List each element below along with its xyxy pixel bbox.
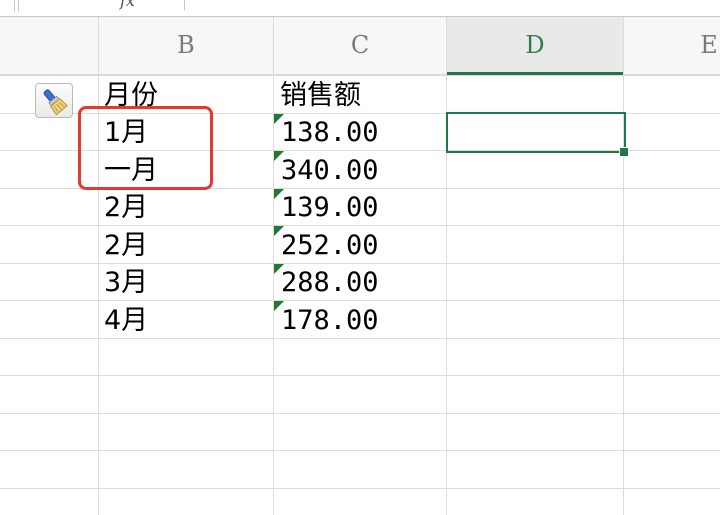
column-header-c[interactable]: C <box>274 17 446 74</box>
grid-line <box>0 375 720 376</box>
selected-cell-d2[interactable] <box>446 112 626 153</box>
column-header-b[interactable]: B <box>99 17 273 74</box>
grid-line <box>0 413 720 414</box>
grid-line <box>98 17 99 515</box>
grid-line <box>623 17 624 515</box>
cell-sales[interactable]: 138.00 <box>281 114 379 151</box>
grid-line <box>446 17 447 515</box>
cell-sales[interactable]: 340.00 <box>281 152 379 189</box>
grid-line <box>0 450 720 451</box>
cell-month[interactable]: 2月 <box>104 227 148 264</box>
column-header-a[interactable]: A <box>0 17 40 74</box>
format-painter-button[interactable] <box>35 83 73 118</box>
cell-sales[interactable]: 288.00 <box>281 264 379 301</box>
formula-bar-divider <box>184 0 185 10</box>
cell-sales[interactable]: 139.00 <box>281 189 379 226</box>
formula-bar-divider <box>14 0 19 12</box>
column-header-bar: A B C D E <box>0 17 720 76</box>
formula-bar: fx <box>0 0 720 17</box>
cell-month[interactable]: 2月 <box>104 189 148 226</box>
fx-icon[interactable]: fx <box>120 0 135 10</box>
cell-sales[interactable]: 252.00 <box>281 227 379 264</box>
grid-line <box>0 488 720 489</box>
brush-icon <box>43 89 68 116</box>
column-header-e[interactable]: E <box>624 17 720 74</box>
highlight-box <box>78 106 213 190</box>
cell-c1-header[interactable]: 销售额 <box>280 77 361 114</box>
column-header-d[interactable]: D <box>447 17 623 75</box>
cell-month[interactable]: 3月 <box>104 264 148 301</box>
cell-sales[interactable]: 178.00 <box>281 302 379 339</box>
fill-handle[interactable] <box>619 147 629 157</box>
cell-month[interactable]: 4月 <box>104 302 148 339</box>
